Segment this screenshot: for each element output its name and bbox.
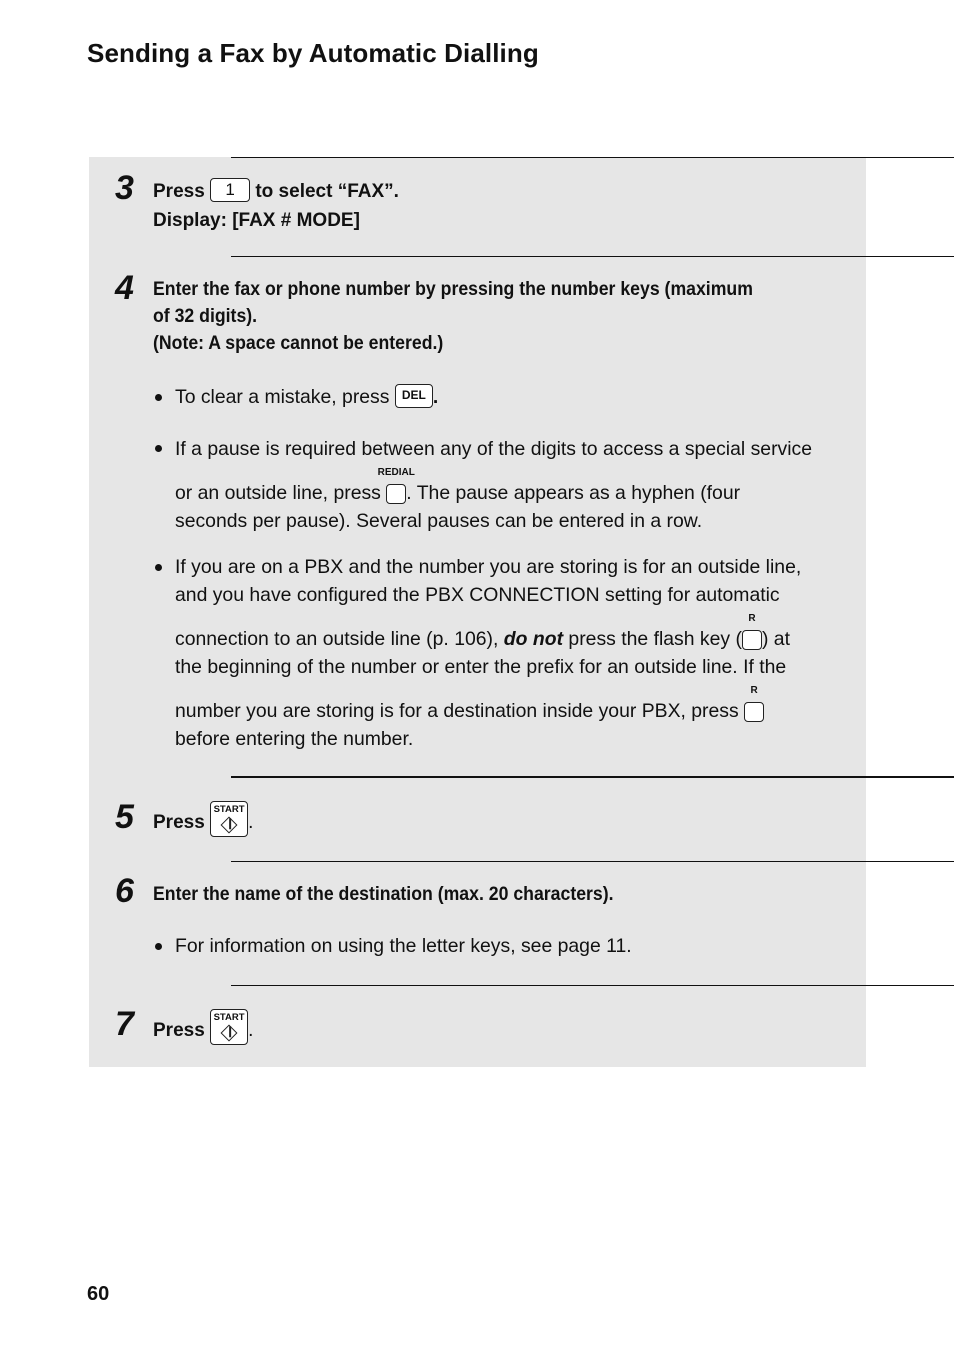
flash-key: R	[741, 613, 762, 653]
page-number: 60	[87, 1283, 110, 1305]
bullet-text: before entering the number.	[175, 728, 414, 750]
step-5-text: Press START .	[153, 801, 853, 841]
bullet-text: and you have configured the PBX CONNECTI…	[175, 584, 780, 606]
note-text: (Note: A space cannot be entered.)	[153, 333, 444, 354]
key-1: 1	[210, 177, 251, 202]
divider	[231, 776, 954, 778]
period: .	[248, 1020, 254, 1042]
step-6-instruction: Enter the name of the destination (max. …	[153, 880, 853, 909]
step-3-text: Press 1 to select “FAX”. Display: [FAX #…	[153, 177, 853, 235]
press-label: Press	[153, 1020, 205, 1042]
redial-key-icon	[386, 483, 407, 504]
bullet-item: If a pause is required between any of th…	[153, 434, 843, 536]
bullet-text: number you are storing is for a destinat…	[175, 700, 739, 722]
display-text: Display: [FAX # MODE]	[153, 210, 360, 231]
step-7-text: Press START .	[153, 1009, 853, 1049]
emphasis-text: do not	[503, 628, 564, 650]
instruction-line: Enter the fax or phone number by pressin…	[153, 279, 753, 300]
del-key: DEL	[394, 383, 433, 408]
bullet-item: For information on using the letter keys…	[153, 932, 843, 960]
bullet-text: If a pause is required between any of th…	[175, 438, 813, 460]
step-number: 5	[115, 798, 134, 836]
bullet-text: connection to an outside line (p. 106),	[175, 628, 499, 650]
start-diamond-icon	[220, 816, 238, 834]
bullet-text: ) at	[761, 628, 790, 650]
flash-key-icon	[741, 629, 762, 650]
bullet-text: . The pause appears as a hyphen (four	[406, 482, 741, 504]
flash-key-icon	[744, 701, 765, 722]
instruction-line: of 32 digits).	[153, 306, 258, 327]
select-fax-text: to select “FAX”.	[255, 181, 399, 202]
press-label: Press	[153, 181, 205, 202]
divider	[231, 256, 954, 257]
bullet-text: the beginning of the number or enter the…	[175, 656, 787, 678]
start-key-label: START	[213, 1012, 245, 1023]
step-number: 6	[115, 872, 134, 910]
divider	[231, 985, 954, 986]
divider	[231, 861, 954, 862]
bullet-item: To clear a mistake, press DEL.	[153, 383, 843, 411]
press-label: Press	[153, 812, 205, 834]
divider	[231, 157, 954, 158]
start-key: START	[210, 1009, 249, 1045]
start-key-label: START	[213, 804, 245, 815]
bullet-text: If you are on a PBX and the number you a…	[175, 556, 802, 578]
period: .	[432, 386, 439, 408]
bullet-item: If you are on a PBX and the number you a…	[153, 553, 843, 753]
bullet-text: For information on using the letter keys…	[175, 935, 632, 957]
instruction-line: Enter the name of the destination (max. …	[153, 884, 614, 905]
step-number: 7	[115, 1005, 134, 1043]
period: .	[248, 812, 254, 834]
step-4-instruction: Enter the fax or phone number by pressin…	[153, 276, 853, 357]
bullet-text: seconds per pause). Several pauses can b…	[175, 510, 703, 532]
flash-key: R	[744, 685, 765, 725]
steps-panel: 3 Press 1 to select “FAX”. Display: [FAX…	[89, 157, 954, 1067]
start-diamond-icon	[220, 1024, 238, 1042]
bullet-text: press the flash key (	[568, 628, 742, 650]
bullet-text: or an outside line, press	[175, 482, 381, 504]
start-key: START	[210, 801, 249, 837]
page-title: Sending a Fax by Automatic Dialling	[87, 38, 539, 68]
bullet-text: To clear a mistake, press	[175, 386, 390, 408]
flash-key-label: R	[748, 613, 756, 624]
step-number: 4	[115, 269, 134, 307]
step-number: 3	[115, 169, 134, 207]
redial-key: REDIAL	[378, 467, 415, 508]
flash-key-label: R	[750, 685, 758, 696]
